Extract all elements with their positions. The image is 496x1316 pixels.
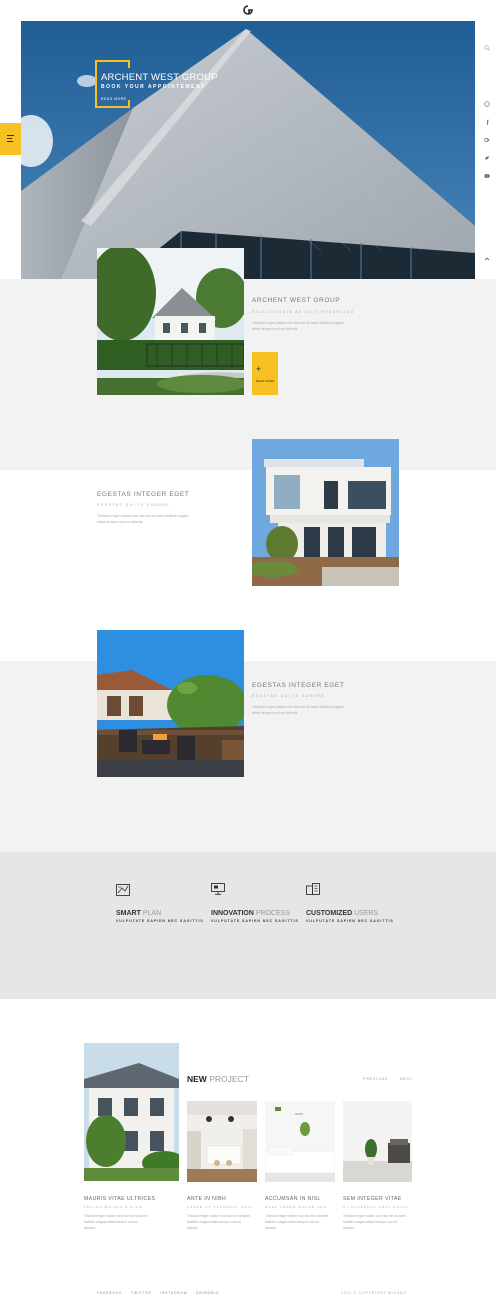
project-photo-2[interactable] — [187, 1101, 257, 1182]
hero-title: ARCHENT WEST GROUP — [101, 72, 218, 83]
search-icon[interactable] — [484, 45, 490, 51]
section-1-text: Tincidunt eget nullam non nisi est sit a… — [252, 321, 344, 331]
section-2-band — [0, 470, 496, 661]
project-4-title: SEM INTEGER VITAE — [343, 1196, 402, 1202]
next-link[interactable]: NEXT — [400, 1077, 413, 1081]
facebook-icon[interactable] — [484, 119, 490, 125]
menu-icon-line — [7, 141, 13, 142]
feature-3-title-light: USERS — [354, 910, 379, 917]
house-photo-2 — [252, 439, 399, 586]
feature-1-title: SMART PLAN — [116, 910, 161, 917]
project-2-subtitle: FUSCE UT PLACERAT ORCI — [187, 1205, 254, 1209]
menu-icon — [7, 135, 14, 136]
section-3-subtitle: EGESTAS QUI IS DANDRE — [252, 694, 325, 698]
feature-3-title: CUSTOMIZED USERS — [306, 910, 378, 917]
project-3-subtitle: EGET LOREM DOLOR SED — [265, 1205, 328, 1209]
google-plus-icon[interactable] — [484, 137, 490, 143]
logo-icon[interactable] — [243, 5, 253, 15]
hero-subtitle: BOOK YOUR APPOINTEMENT — [101, 84, 206, 90]
project-1-subtitle: TELLUS MAURIS A DIAM — [84, 1205, 143, 1209]
section-3-title: EGESTAS INTEGER EGET — [252, 682, 345, 689]
project-3-text: Tincidunt eget nullam non nisi est sit a… — [265, 1214, 329, 1230]
read-more-button[interactable]: + READ MORE — [252, 352, 278, 395]
project-4-subtitle: UT PLACERAT ORCI NULLA — [343, 1205, 409, 1209]
menu-button[interactable] — [0, 123, 21, 155]
project-3-title: ACCUMSAN IN NISL — [265, 1196, 321, 1202]
feature-1-title-bold: SMART — [116, 910, 141, 917]
section-2-text: Tincidunt eget nullam non nisi est sit a… — [97, 514, 189, 524]
feature-2-title-bold: INNOVATION — [211, 910, 254, 917]
new-project-title: NEW PROJECT — [187, 1074, 249, 1084]
project-photo-1[interactable] — [84, 1043, 179, 1181]
dribbble-icon[interactable] — [484, 101, 490, 107]
feature-1-subtitle: VULPUTATE SAPIEN NEC SAGITTIS — [116, 919, 204, 923]
project-photo-3[interactable] — [265, 1101, 335, 1182]
feature-3-subtitle: VULPUTATE SAPIEN NEC SAGITTIS — [306, 919, 394, 923]
read-more-label: READ MORE — [256, 379, 275, 383]
new-project-title-light: PROJECT — [209, 1074, 249, 1084]
footer-link-instagram[interactable]: INSTAGRAM — [160, 1291, 187, 1295]
house-photo-3 — [97, 630, 244, 777]
project-photo-4[interactable] — [343, 1101, 412, 1182]
project-1-text: Tincidunt eget nullam non nisi est sit a… — [84, 1214, 148, 1230]
section-1-title: ARCHENT WEST GROUP — [252, 297, 341, 304]
footer-copyright: 2020 © COPYRIGHT MIKADO — [341, 1291, 407, 1295]
hero-image — [21, 21, 475, 279]
feature-2-title-light: PROCESS — [255, 910, 291, 917]
building-icon — [306, 883, 320, 895]
new-project-title-bold: NEW — [187, 1074, 207, 1084]
hero-read-more-link[interactable]: READ MORE — [101, 97, 127, 101]
social-rail — [475, 21, 496, 279]
section-3-text: Tincidunt eget nullam non nisi est sit a… — [252, 705, 344, 715]
plus-icon: + — [256, 364, 262, 374]
feature-2-title: INNOVATION PROCESS — [211, 910, 290, 917]
scroll-to-top-icon[interactable] — [484, 256, 490, 262]
feature-1-title-light: PLAN — [142, 910, 162, 917]
project-4-text: Tincidunt eget nullam non nisi est sit a… — [343, 1214, 407, 1230]
page: ARCHENT WEST GROUP BOOK YOUR APPOINTEMEN… — [0, 0, 496, 1316]
features-band — [0, 852, 496, 999]
section-2-title: EGESTAS INTEGER EGET — [97, 491, 190, 498]
footer-link-facebook[interactable]: FACEBOOK — [97, 1291, 122, 1295]
house-photo-1 — [97, 248, 244, 395]
section-1-subtitle: SOLLICITUDIN AD ODIT PHASELLUS — [252, 310, 355, 314]
twitter-icon[interactable] — [484, 155, 490, 161]
previous-link[interactable]: PREVIOUS — [363, 1077, 388, 1081]
footer-link-dribbble[interactable]: DRIBBBLE — [196, 1291, 220, 1295]
feature-3-title-bold: CUSTOMIZED — [306, 910, 353, 917]
project-2-text: Tincidunt eget nullam non nisi est sit a… — [187, 1214, 251, 1230]
youtube-icon[interactable] — [484, 173, 490, 179]
footer-link-twitter[interactable]: TWITTER — [131, 1291, 152, 1295]
section-3-band — [0, 661, 496, 852]
monitor-icon — [211, 883, 225, 895]
project-2-title: ANTE IN NIBH — [187, 1196, 227, 1202]
section-1-band — [0, 279, 496, 470]
menu-icon-line — [7, 138, 12, 139]
project-1-title: MAURIS VITAE ULTRICES — [84, 1196, 156, 1202]
section-2-subtitle: EGESTAS QUI IS DANDRE — [97, 503, 170, 507]
feature-2-subtitle: VULPUTATE SAPIEN NEC SAGITTIS — [211, 919, 299, 923]
blueprint-icon — [116, 884, 130, 896]
